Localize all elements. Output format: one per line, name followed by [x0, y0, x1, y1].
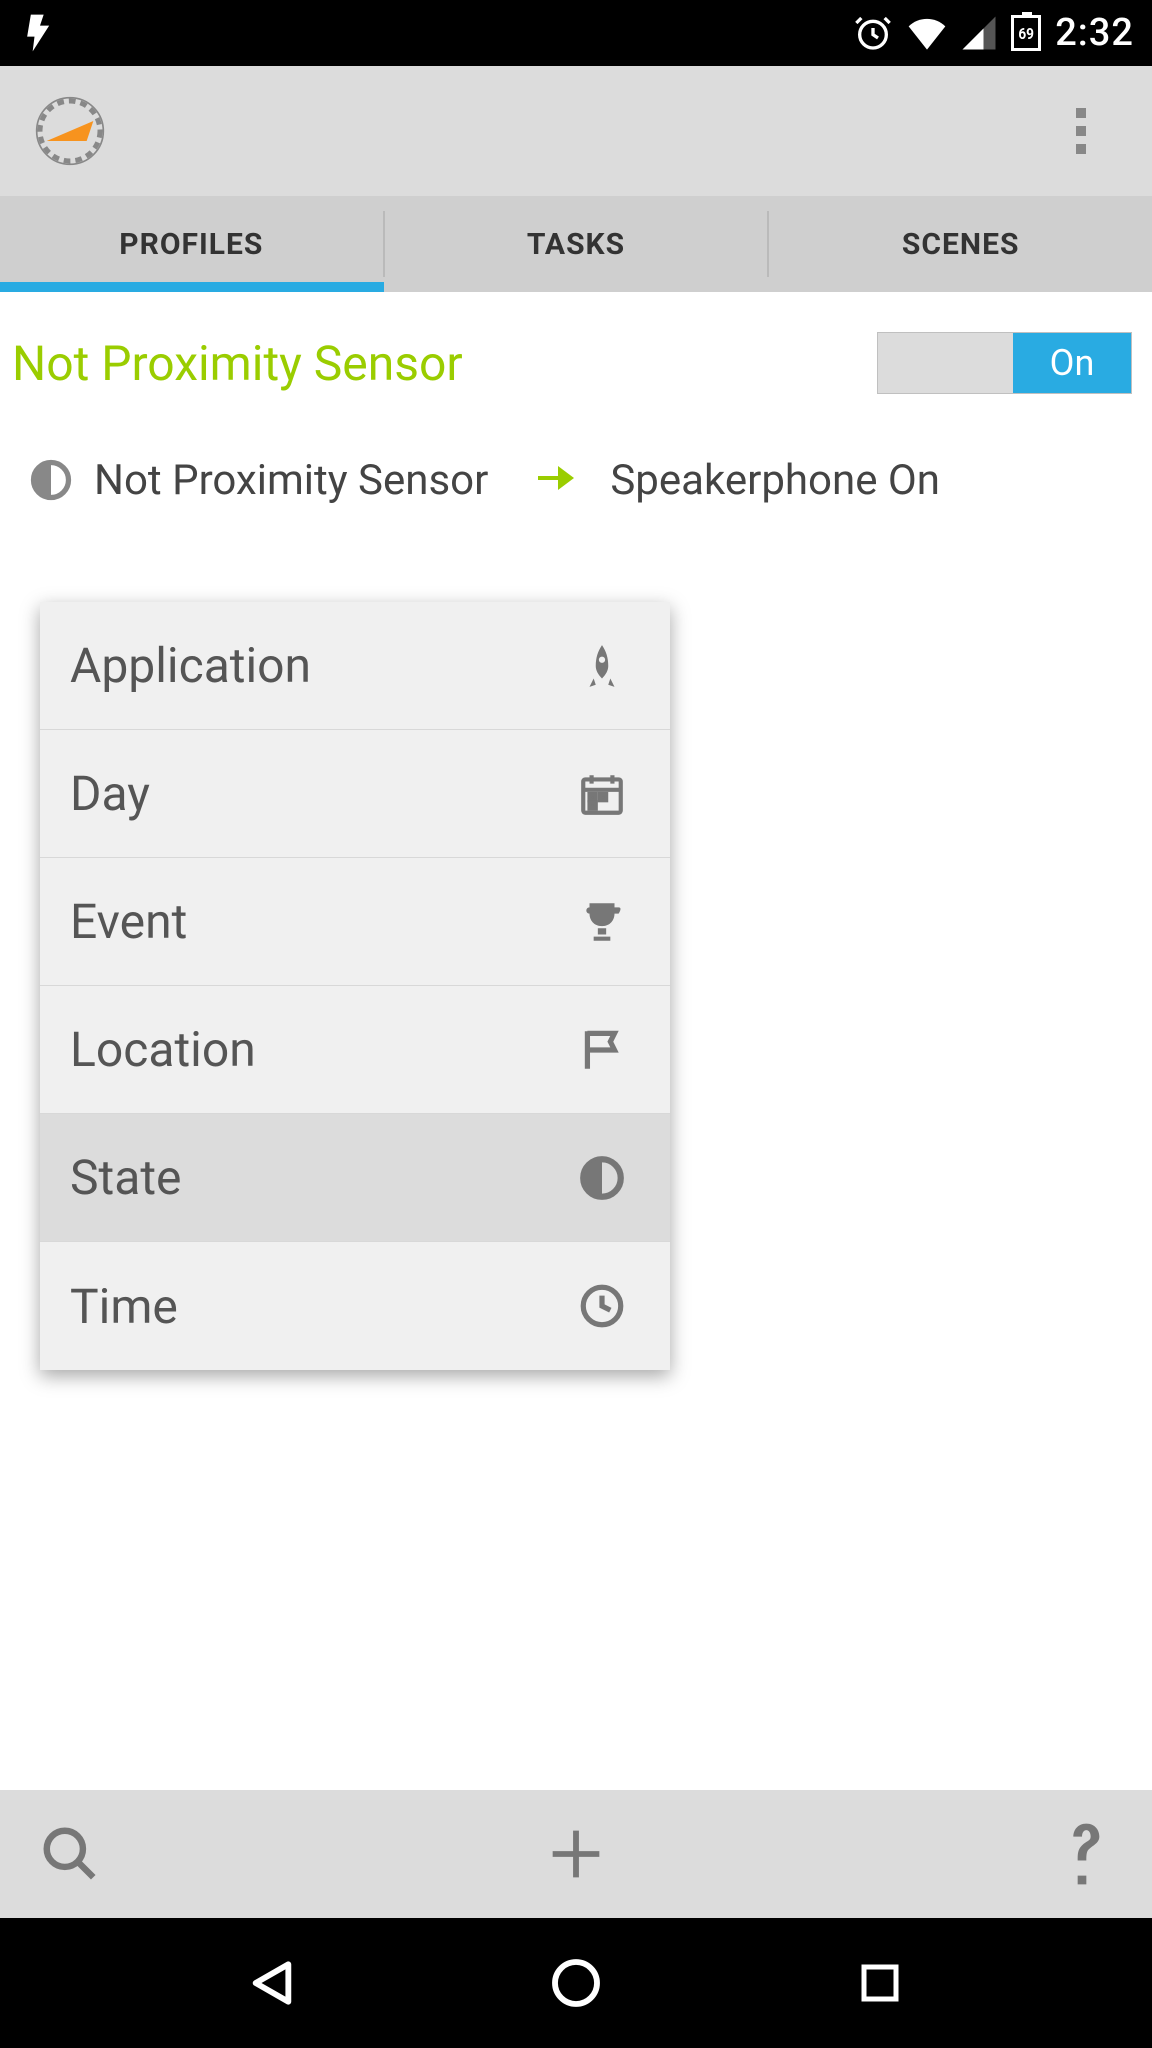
help-button[interactable] — [1042, 1814, 1122, 1894]
nav-back-button[interactable] — [237, 1948, 307, 2018]
half-circle-icon — [574, 1150, 630, 1206]
nav-recent-button[interactable] — [845, 1948, 915, 2018]
rocket-icon — [574, 638, 630, 694]
status-time: 2:32 — [1055, 11, 1134, 55]
battery-icon: 69 — [1011, 15, 1041, 51]
profile-title[interactable]: Not Proximity Sensor — [12, 335, 463, 392]
trophy-icon — [574, 894, 630, 950]
toggle-on-label: On — [1013, 333, 1131, 393]
profile-row[interactable]: Not Proximity Sensor Speakerphone On — [0, 424, 1152, 536]
profile-condition-label: Not Proximity Sensor — [94, 456, 488, 505]
more-icon — [1076, 108, 1086, 154]
menu-label: Day — [70, 765, 574, 822]
menu-label: Event — [70, 893, 574, 950]
tab-profiles[interactable]: PROFILES — [0, 196, 383, 292]
menu-label: Location — [70, 1021, 574, 1078]
navigation-bar — [0, 1918, 1152, 2048]
menu-item-location[interactable]: Location — [40, 986, 670, 1114]
menu-label: Application — [70, 637, 574, 694]
add-button[interactable] — [536, 1814, 616, 1894]
calendar-icon — [574, 766, 630, 822]
half-circle-icon — [30, 459, 72, 501]
flag-icon — [574, 1022, 630, 1078]
status-icons: 69 2:32 — [853, 11, 1134, 55]
question-icon — [1056, 1818, 1108, 1890]
menu-item-state[interactable]: State — [40, 1114, 670, 1242]
battery-level: 69 — [1018, 24, 1034, 43]
bolt-icon — [18, 11, 62, 55]
menu-label: State — [70, 1149, 574, 1206]
profile-header: Not Proximity Sensor On — [0, 292, 1152, 424]
menu-item-event[interactable]: Event — [40, 858, 670, 986]
content-area: Not Proximity Sensor On Not Proximity Se… — [0, 292, 1152, 1790]
tab-scenes[interactable]: SCENES — [769, 196, 1152, 292]
nav-home-button[interactable] — [541, 1948, 611, 2018]
profile-toggle[interactable]: On — [877, 332, 1132, 394]
menu-item-time[interactable]: Time — [40, 1242, 670, 1370]
recent-icon — [856, 1959, 904, 2007]
search-button[interactable] — [30, 1814, 110, 1894]
alarm-icon — [853, 13, 893, 53]
back-icon — [244, 1955, 300, 2011]
plus-icon — [541, 1819, 611, 1889]
menu-item-application[interactable]: Application — [40, 602, 670, 730]
status-bar: 69 2:32 — [0, 0, 1152, 66]
action-bar — [0, 66, 1152, 196]
menu-item-day[interactable]: Day — [40, 730, 670, 858]
context-menu: Application Day Event Location — [40, 602, 670, 1370]
tasker-logo-icon[interactable] — [30, 91, 110, 171]
menu-label: Time — [70, 1278, 574, 1335]
arrow-right-icon — [530, 454, 578, 506]
clock-icon — [574, 1278, 630, 1334]
tab-bar: PROFILES TASKS SCENES — [0, 196, 1152, 292]
profile-action-label: Speakerphone On — [610, 456, 940, 505]
bottom-toolbar — [0, 1790, 1152, 1918]
more-options-button[interactable] — [1048, 98, 1114, 164]
tab-tasks[interactable]: TASKS — [385, 196, 768, 292]
toggle-off-region — [878, 333, 1013, 393]
home-icon — [548, 1955, 604, 2011]
wifi-icon — [907, 15, 947, 51]
signal-icon — [961, 15, 997, 51]
tab-indicator — [0, 282, 384, 292]
search-icon — [39, 1823, 101, 1885]
